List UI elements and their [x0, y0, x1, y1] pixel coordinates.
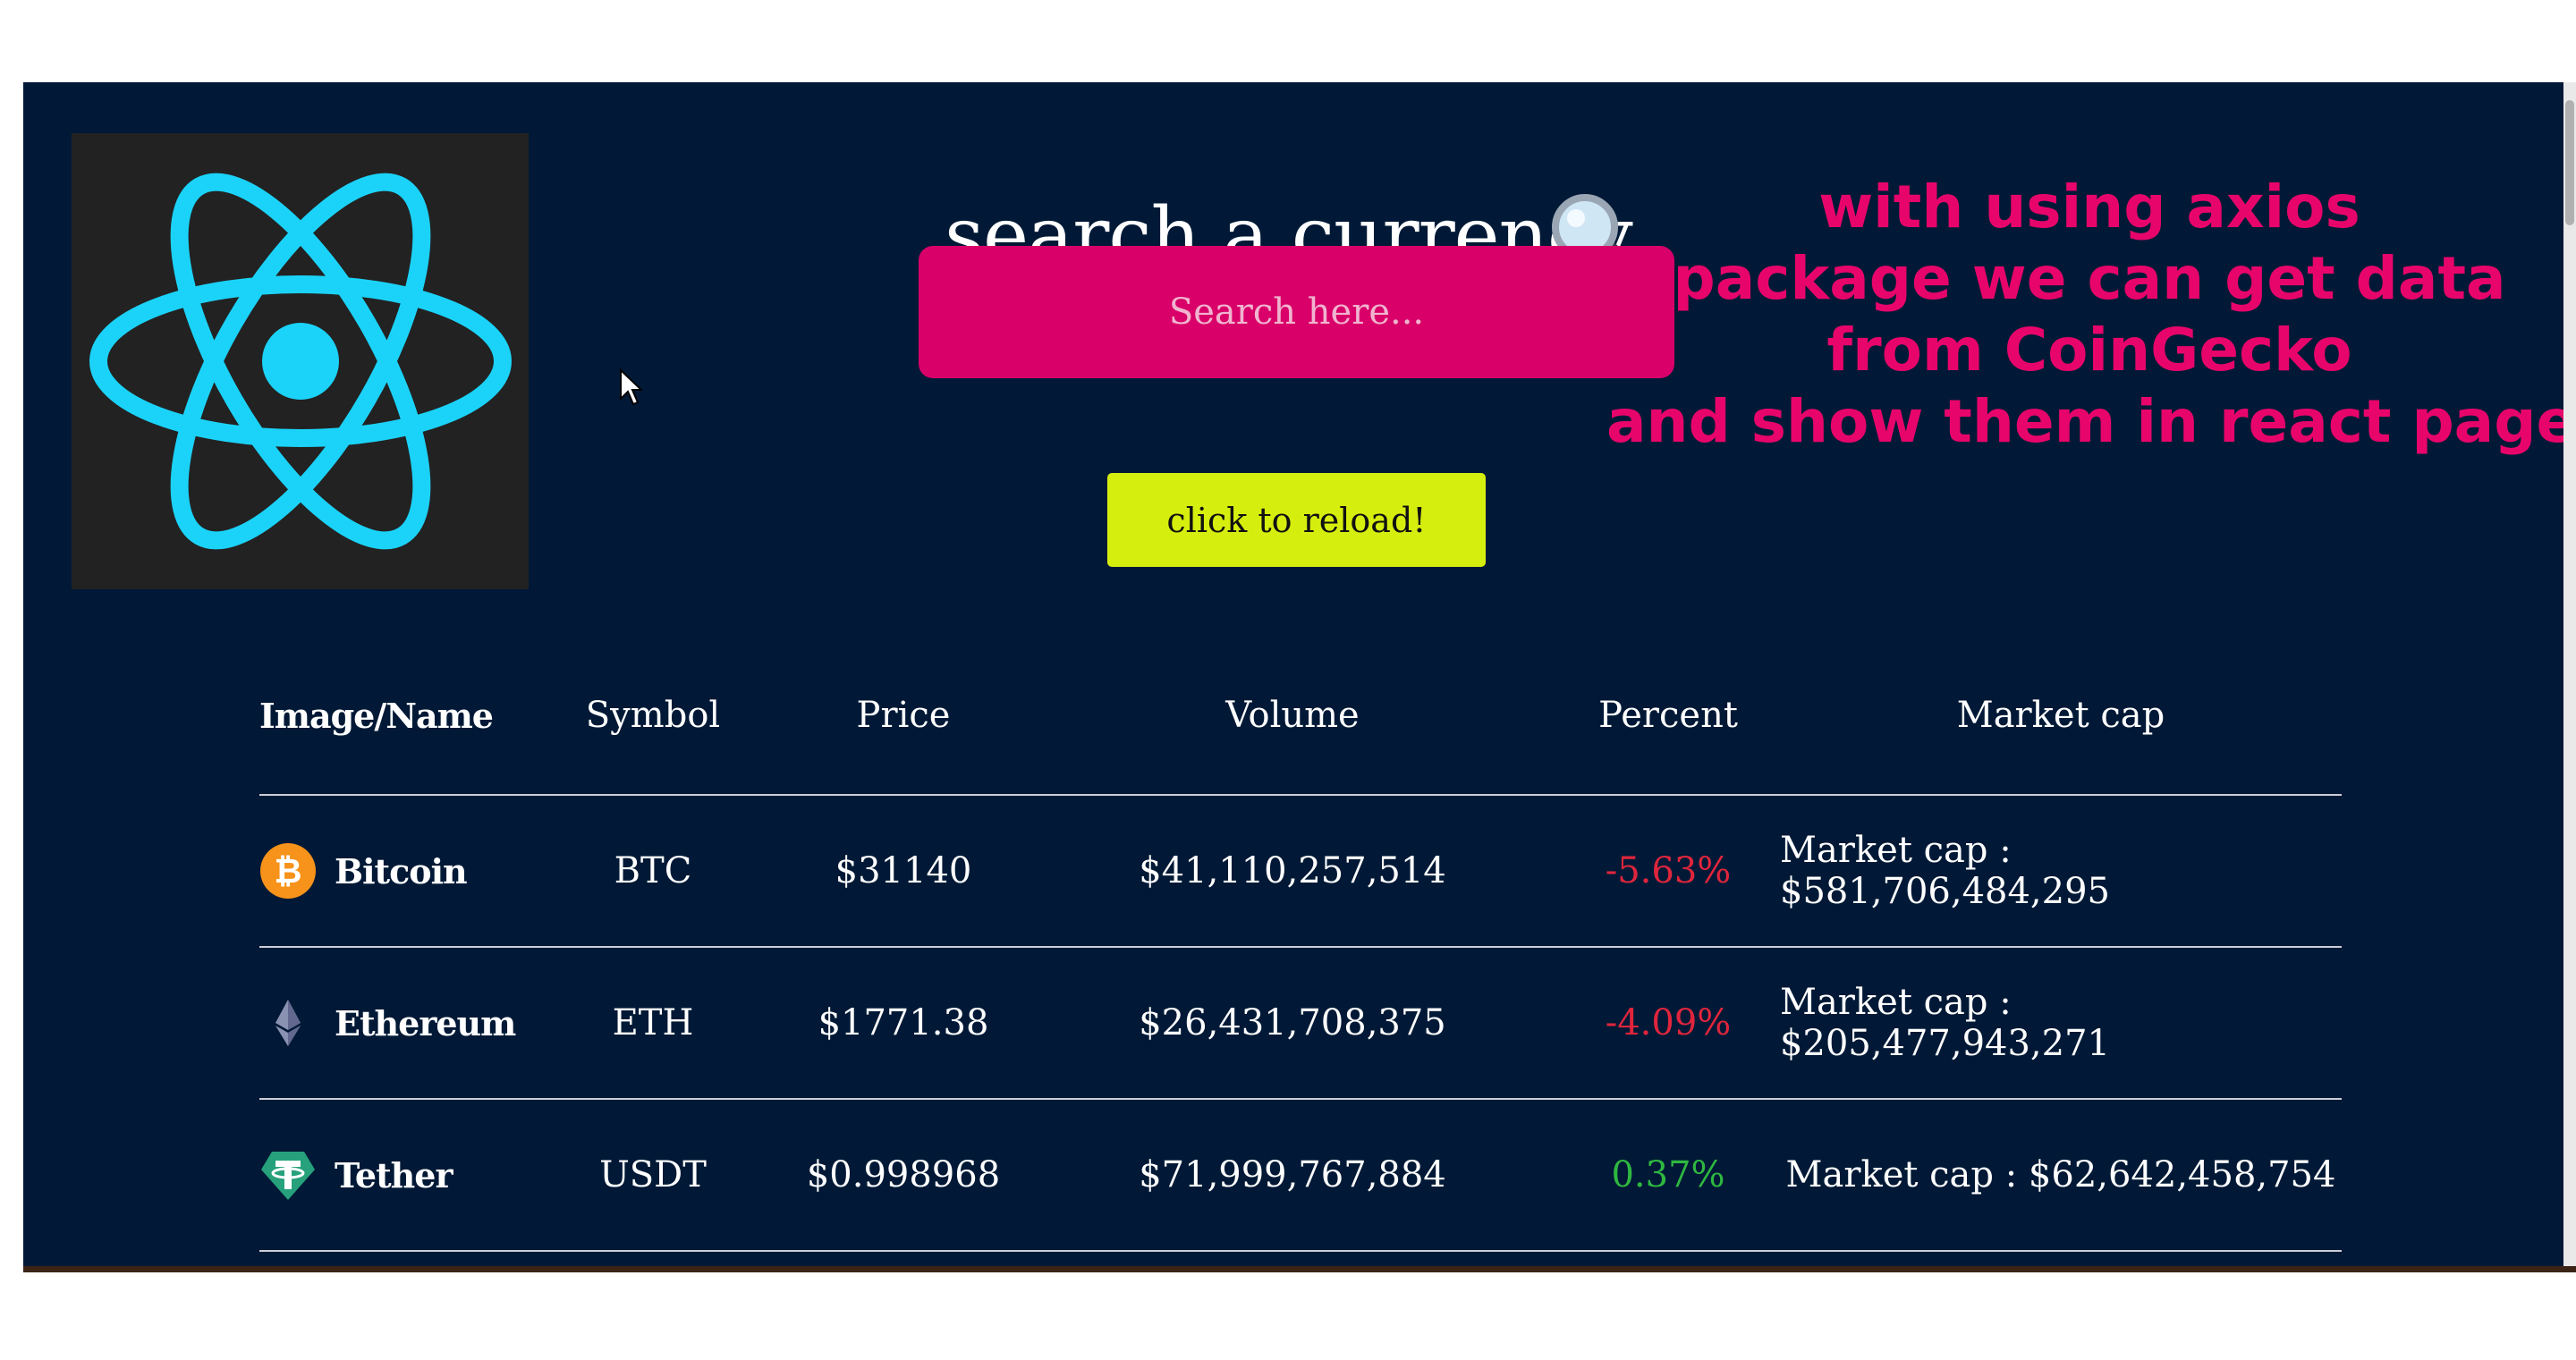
table-row: Tether USDT $0.998968 $71,999,767,884 0.…: [259, 1100, 2342, 1252]
coin-price: $1771.38: [818, 1002, 989, 1043]
react-icon: [89, 173, 512, 550]
coin-cell: Ethereum: [259, 948, 528, 1098]
coin-volume: $26,431,708,375: [1139, 1002, 1446, 1043]
table-row: Ethereum ETH $1771.38 $26,431,708,375 -4…: [259, 948, 2342, 1100]
coin-price: $31140: [835, 850, 972, 891]
coin-percent: 0.37%: [1611, 1154, 1725, 1195]
header-name: Image/Name: [259, 695, 494, 736]
coin-symbol: BTC: [614, 850, 692, 891]
coin-name: Bitcoin: [335, 850, 468, 891]
window-bottom-edge: [23, 1266, 2576, 1272]
coin-price: $0.998968: [806, 1154, 1001, 1195]
coin-cell: Tether: [259, 1100, 528, 1250]
scrollbar[interactable]: [2563, 82, 2576, 1271]
header-price: Price: [856, 695, 951, 736]
coin-table: Image/Name Symbol Price Volume Percent M…: [259, 637, 2342, 1271]
svg-text:₿: ₿: [275, 851, 302, 891]
caption-line: package we can get data: [1673, 244, 2506, 313]
ethereum-icon: [275, 1000, 301, 1046]
caption-line: and show them in react page: [1606, 387, 2576, 456]
coin-market-cap: Market cap : $581,706,484,295: [1780, 830, 2110, 912]
table-row: ₿ Bitcoin BTC $31140 $41,110,257,514 -5.…: [259, 796, 2342, 948]
coin-symbol: ETH: [612, 1002, 694, 1043]
coin-volume: $41,110,257,514: [1139, 850, 1446, 891]
coin-name: Ethereum: [335, 1002, 516, 1043]
header-symbol: Symbol: [585, 695, 721, 736]
coin-percent: -4.09%: [1605, 1002, 1732, 1043]
bitcoin-icon: ₿: [260, 843, 316, 899]
coin-market-cap: Market cap : $62,642,458,754: [1785, 1154, 2336, 1195]
coin-percent: -5.63%: [1605, 850, 1732, 891]
scrollbar-thumb[interactable]: [2565, 100, 2574, 225]
caption-line: from CoinGecko: [1826, 316, 2352, 384]
caption-line: with using axios: [1818, 173, 2360, 241]
coin-name: Tether: [335, 1154, 453, 1195]
table-header: Image/Name Symbol Price Volume Percent M…: [259, 637, 2342, 796]
app-page: search a currency click to reload! with …: [23, 82, 2576, 1271]
coin-symbol: USDT: [599, 1154, 707, 1195]
reload-button[interactable]: click to reload!: [1107, 473, 1486, 567]
header-percent: Percent: [1598, 695, 1738, 736]
mouse-cursor-icon: [620, 368, 642, 406]
coin-cell: ₿ Bitcoin: [259, 796, 528, 946]
coin-market-cap: Market cap : $205,477,943,271: [1780, 982, 2110, 1064]
coin-volume: $71,999,767,884: [1139, 1154, 1446, 1195]
header-volume: Volume: [1225, 695, 1360, 736]
search-input[interactable]: [919, 246, 1674, 378]
caption-text: with using axios package we can get data…: [1606, 172, 2576, 458]
react-logo: [72, 133, 529, 589]
tether-icon: [261, 1152, 315, 1200]
header-market-cap: Market cap: [1956, 695, 2165, 736]
